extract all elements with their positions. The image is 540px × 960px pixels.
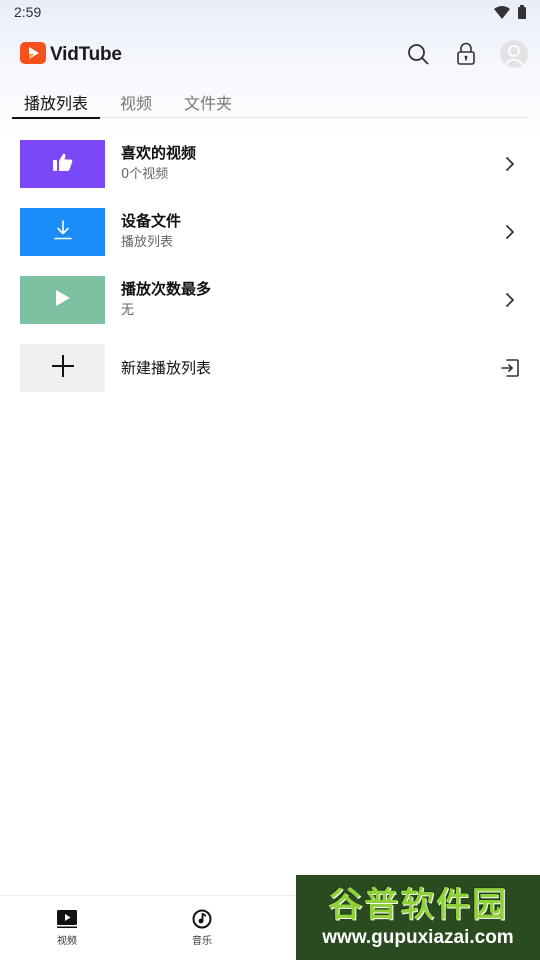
status-bar: 2:59 [0,0,540,24]
watermark-title: 谷普软件园 [328,884,508,925]
battery-icon [518,4,526,23]
playlist-text: 播放次数最多 无 [121,279,530,321]
playlist-thumbnail [20,208,105,256]
playlist-item-liked-videos[interactable]: 喜欢的视频 0个视频 [20,140,530,188]
new-playlist-button[interactable]: 新建播放列表 [20,344,530,392]
lock-icon[interactable] [452,40,480,68]
new-playlist-label: 新建播放列表 [121,359,212,377]
import-icon[interactable] [498,356,522,380]
nav-label: 视频 [57,936,77,947]
nav-item-music[interactable]: 音乐 [172,908,232,947]
app-name: VidTube [50,44,122,65]
playlist-text: 设备文件 播放列表 [121,211,530,253]
watermark: 谷普软件园 www.gupuxiazai.com [296,875,540,960]
video-icon [37,908,97,930]
chevron-right-icon[interactable] [498,152,522,176]
playlist-title: 喜欢的视频 [121,144,197,162]
playlist-title: 设备文件 [121,212,182,230]
vidtube-logo-icon [20,42,46,68]
chevron-right-icon[interactable] [498,220,522,244]
playlist-subtitle: 无 [121,303,135,318]
playlist-item-device-files[interactable]: 设备文件 播放列表 [20,208,530,256]
plus-icon [51,355,74,381]
playlist-subtitle: 播放列表 [121,235,174,250]
tab-folders[interactable]: 文件夹 [172,82,244,118]
status-time: 2:59 [14,4,42,20]
avatar-icon [504,45,524,66]
thumbs-up-icon [52,153,73,175]
playlist-text: 新建播放列表 [121,358,530,378]
music-icon [172,908,232,930]
nav-label: 音乐 [192,936,212,947]
chevron-right-icon[interactable] [498,288,522,312]
playlist-text: 喜欢的视频 0个视频 [121,143,530,185]
tab-bar: 播放列表 视频 文件夹 [12,82,528,119]
playlist-thumbnail [20,344,105,392]
playlist-title: 播放次数最多 [121,280,212,298]
app-header: VidTube [0,36,540,76]
tab-playlists[interactable]: 播放列表 [12,82,101,119]
playlist-subtitle: 0个视频 [121,167,169,182]
playlist-item-most-played[interactable]: 播放次数最多 无 [20,276,530,324]
wifi-icon [494,4,510,23]
tab-videos[interactable]: 视频 [108,82,164,118]
play-icon [55,289,71,311]
app-logo: VidTube [20,42,122,68]
avatar[interactable] [500,40,528,68]
nav-item-videos[interactable]: 视频 [37,908,97,947]
playlist-thumbnail [20,276,105,324]
playlist-thumbnail [20,140,105,188]
playlist-list: 喜欢的视频 0个视频 设备文件 播放列表 播放次数最多 无 新建播放列表 [20,140,530,412]
watermark-url: www.gupuxiazai.com [322,926,514,948]
header-actions [404,40,528,68]
status-icons [494,4,526,23]
search-icon[interactable] [404,40,432,68]
download-icon [53,220,73,244]
